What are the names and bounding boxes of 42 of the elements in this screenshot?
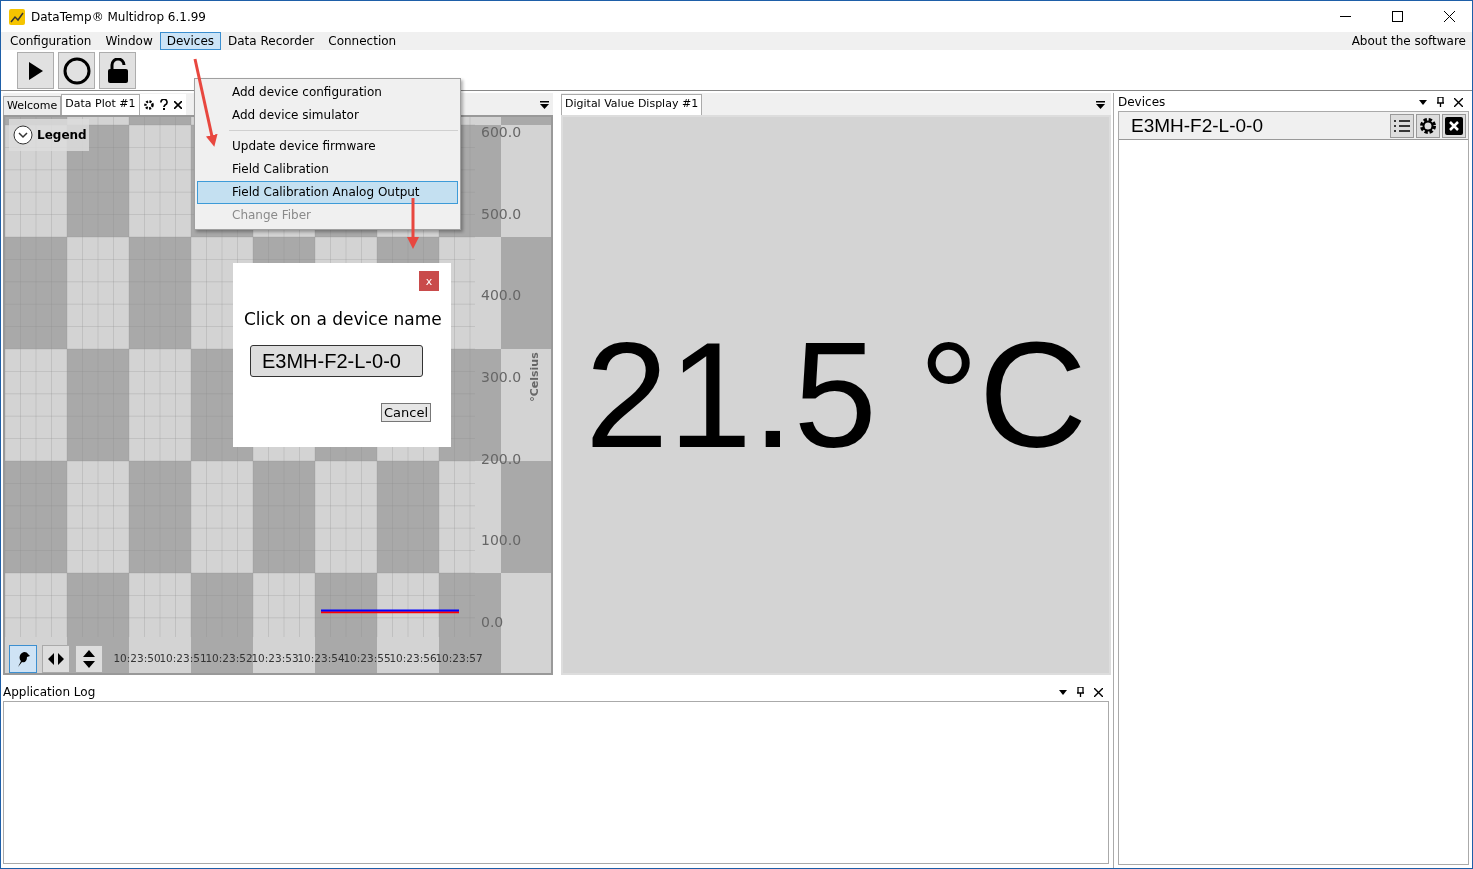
close-button[interactable]: x — [419, 271, 439, 291]
y-tick-label: 600.0 — [481, 124, 522, 140]
menu-item[interactable]: Field Calibration Analog Output — [197, 181, 458, 204]
menu-item[interactable]: Add device configuration — [197, 81, 458, 104]
temperature-value: 21.5 °C — [585, 309, 1087, 481]
y-tick-label: 400.0 — [481, 287, 522, 304]
x-tick-label: 10:23:55 — [343, 652, 391, 664]
x-tick-label: 10:23:56 — [389, 652, 437, 664]
y-tick-label: 100.0 — [481, 532, 522, 549]
x-tick-label: 10:23:57 — [435, 652, 483, 664]
device-button[interactable]: E3MH-F2-L-0-0 — [250, 345, 423, 377]
window-title: DataTemp® Multidrop 6.1.99 — [31, 9, 206, 24]
menu-item[interactable]: Devices — [159, 32, 221, 50]
menu-item[interactable]: About the software — [1345, 34, 1472, 48]
panel-title: Devices — [1118, 95, 1167, 109]
menu-item[interactable]: Configuration — [3, 32, 99, 50]
menu-item[interactable]: Connection — [321, 32, 404, 50]
legend-label: Legend — [37, 128, 87, 142]
menu-item[interactable]: Update device firmware — [197, 135, 458, 158]
x-tick-label: 10:23:50 — [113, 652, 161, 664]
x-tick-label: 10:23:53 — [251, 652, 299, 664]
y-tick-label: 200.0 — [481, 450, 522, 467]
x-tick-label: 10:23:52 — [205, 652, 253, 664]
device-row[interactable]: E3MH-F2-L-0-0 — [1119, 112, 1468, 140]
tab[interactable]: Data Plot #1 — [61, 94, 140, 115]
menu-item[interactable]: Field Calibration — [197, 158, 458, 181]
device-name: E3MH-F2-L-0-0 — [1131, 114, 1264, 137]
y-axis-label: °Celsius — [528, 352, 541, 402]
y-tick-label: 500.0 — [481, 205, 522, 222]
dialog-prompt: Click on a device name — [244, 309, 439, 329]
y-tick-label: 0.0 — [481, 614, 504, 630]
tab[interactable]: Digital Value Display #1 — [561, 94, 703, 115]
x-tick-label: 10:23:54 — [297, 652, 345, 664]
legend-button[interactable]: Legend — [9, 119, 89, 151]
menu-item[interactable]: Data Recorder — [221, 32, 322, 50]
y-tick-label: 300.0 — [481, 369, 522, 385]
menu-item[interactable]: Window — [98, 32, 160, 50]
menu-item[interactable]: Add device simulator — [197, 104, 458, 127]
cancel-button[interactable]: Cancel — [380, 403, 431, 422]
panel-title: Application Log — [3, 685, 97, 699]
tab[interactable]: Welcome — [3, 96, 62, 115]
x-tick-label: 10:23:51 — [159, 652, 207, 664]
